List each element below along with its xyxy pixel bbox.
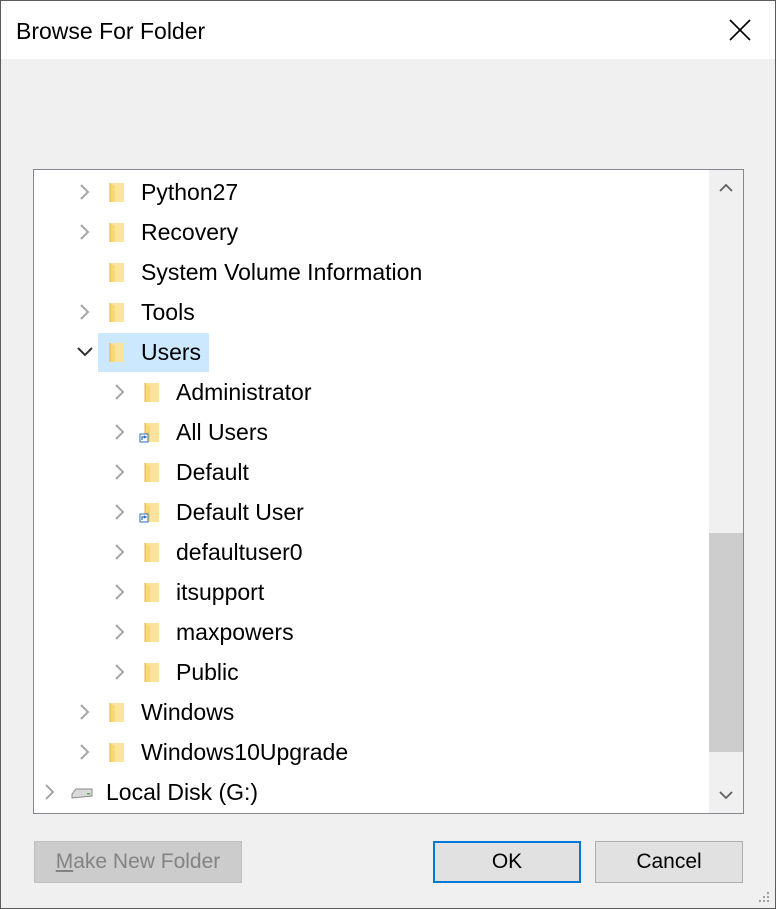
folder-icon: [144, 623, 159, 642]
chevron-right-icon[interactable]: [40, 782, 60, 802]
scroll-up-button[interactable]: [709, 170, 743, 206]
tree-item[interactable]: Windows: [34, 692, 708, 732]
tree-item[interactable]: Python27: [34, 172, 708, 212]
chevron-right-icon[interactable]: [75, 742, 95, 762]
folder-icon: [109, 183, 124, 202]
scroll-thumb[interactable]: [709, 533, 743, 752]
chevron-right-icon[interactable]: [75, 222, 95, 242]
folder-icon: [109, 263, 124, 282]
tree-item[interactable]: Administrator: [34, 372, 708, 412]
dialog-title: Browse For Folder: [16, 18, 206, 44]
tree-item-label: Python27: [141, 179, 239, 205]
tree-item[interactable]: Windows10Upgrade: [34, 732, 708, 772]
tree-item[interactable]: defaultuser0: [34, 532, 708, 572]
folder-shortcut-icon: [139, 503, 159, 523]
tree-item-label: Windows: [141, 699, 235, 725]
folder-icon: [144, 383, 159, 402]
tree-item[interactable]: Recovery: [34, 212, 708, 252]
tree-item-label: maxpowers: [176, 619, 294, 645]
drive-icon: [71, 788, 93, 799]
tree-item-label: Public: [176, 659, 239, 685]
tree-item[interactable]: Default User: [34, 492, 708, 532]
vertical-scrollbar[interactable]: [709, 170, 743, 813]
resize-grip-icon[interactable]: [753, 886, 771, 904]
tree-item-label: Default User: [176, 499, 304, 525]
scroll-down-button[interactable]: [709, 777, 743, 813]
tree-item-label: Users: [141, 339, 202, 365]
tree-item[interactable]: Default: [34, 452, 708, 492]
title-bar: Browse For Folder: [1, 1, 775, 59]
close-icon: [729, 19, 751, 41]
tree-item[interactable]: All Users: [34, 412, 708, 452]
chevron-down-icon: [719, 791, 733, 800]
chevron-down-icon[interactable]: [75, 342, 95, 362]
chevron-right-icon[interactable]: [110, 462, 130, 482]
tree-item[interactable]: Local Disk (G:): [34, 772, 708, 812]
chevron-right-icon[interactable]: [110, 542, 130, 562]
tree-item-label: Recovery: [141, 219, 239, 245]
tree-item-label: Tools: [141, 299, 195, 325]
chevron-right-icon[interactable]: [110, 662, 130, 682]
tree-item-label: Administrator: [176, 379, 312, 405]
chevron-right-icon[interactable]: [110, 622, 130, 642]
folder-icon: [144, 463, 159, 482]
tree-item-label: Windows10Upgrade: [141, 739, 349, 765]
browse-for-folder-dialog: Browse For Folder Local Disk (G:) Windows…: [0, 0, 776, 909]
folder-icon: [144, 543, 159, 562]
tree-item-label: defaultuser0: [176, 539, 303, 565]
folder-icon: [144, 663, 159, 682]
tree-item[interactable]: Tools: [34, 292, 708, 332]
cancel-button[interactable]: Cancel: [595, 841, 743, 883]
chevron-right-icon[interactable]: [110, 422, 130, 442]
tree-item[interactable]: Users: [34, 332, 708, 372]
chevron-right-icon[interactable]: [110, 582, 130, 602]
tree-item[interactable]: Public: [34, 652, 708, 692]
mnemonic-letter: M: [55, 850, 74, 873]
tree-item-label: Default: [176, 459, 249, 485]
chevron-right-icon[interactable]: [75, 702, 95, 722]
make-new-folder-button[interactable]: Make New Folder: [34, 841, 242, 883]
close-button[interactable]: [705, 1, 775, 59]
ok-button[interactable]: OK: [433, 841, 581, 883]
chevron-right-icon[interactable]: [75, 302, 95, 322]
folder-icon: [109, 743, 124, 762]
make-new-folder-label: ake New Folder: [73, 850, 221, 873]
tree-item-label: All Users: [176, 419, 269, 445]
tree-item-label: System Volume Information: [141, 259, 423, 285]
folder-icon: [109, 703, 124, 722]
tree-item-label: Local Disk (G:): [106, 779, 259, 805]
chevron-right-icon[interactable]: [75, 182, 95, 202]
folder-icon: [144, 583, 159, 602]
tree-item[interactable]: System Volume Information: [34, 252, 708, 292]
tree-item[interactable]: maxpowers: [34, 612, 708, 652]
folder-icon: [109, 223, 124, 242]
folder-icon: [109, 343, 124, 362]
folder-icon: [109, 303, 124, 322]
chevron-up-icon: [719, 183, 733, 192]
tree-item[interactable]: itsupport: [34, 572, 708, 612]
folder-tree[interactable]: Local Disk (G:) Windows10Upgrade Windows Pu…: [33, 169, 744, 814]
tree-item-label: itsupport: [176, 579, 265, 605]
chevron-right-icon[interactable]: [110, 382, 130, 402]
chevron-right-icon[interactable]: [110, 502, 130, 522]
folder-shortcut-icon: [139, 423, 159, 443]
